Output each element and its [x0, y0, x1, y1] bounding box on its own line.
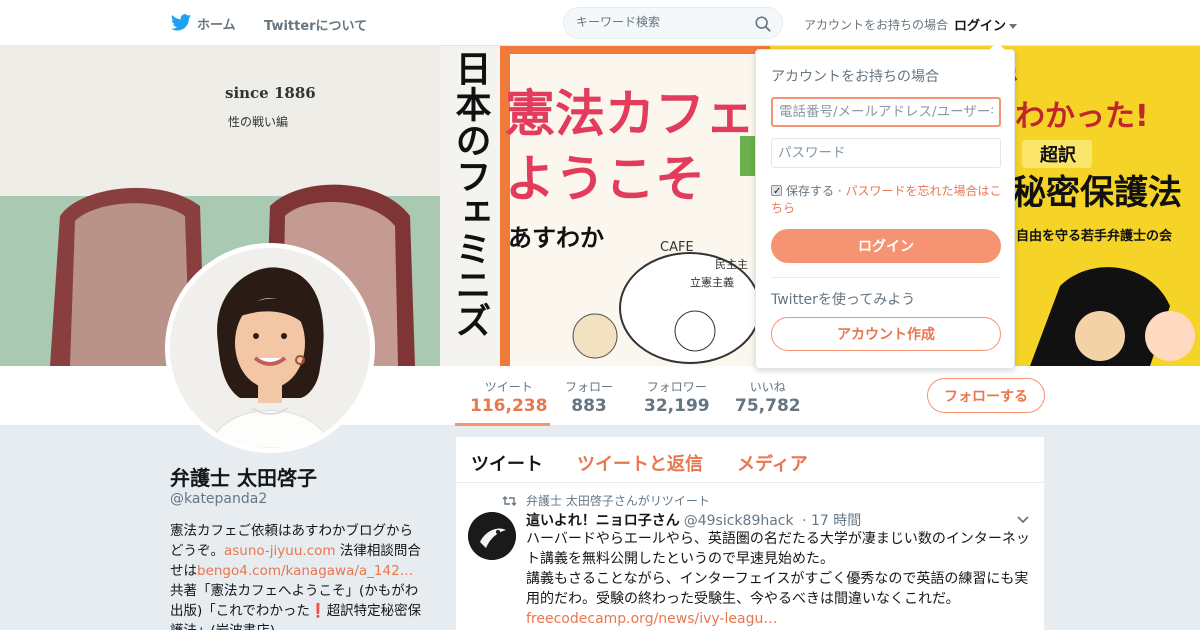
retweet-icon	[502, 495, 517, 506]
stat-following-value: 883	[571, 396, 607, 416]
tweet-author-avatar[interactable]	[468, 512, 516, 560]
active-tab-underline	[455, 423, 550, 426]
login-dropdown-title: アカウントをお持ちの場合	[771, 69, 939, 85]
tweet-text-line1: ハーバードやらエールやら、英語圏の名だたる大学が凄まじい数のインターネット講義を…	[526, 531, 1030, 567]
stat-likes-value: 75,782	[735, 396, 801, 416]
book3-author-text: あすわか	[508, 224, 604, 252]
tab-media[interactable]: メディア	[737, 450, 808, 476]
stat-following[interactable]: フォロー 883	[565, 378, 613, 416]
remember-me-row: 保存する · パスワードを忘れた場合はこちら	[771, 183, 1003, 217]
remember-me-checkbox[interactable]	[771, 183, 782, 200]
book4-top-text2: わかった!	[1015, 99, 1149, 134]
stat-followers-value: 32,199	[644, 396, 710, 416]
dropdown-divider	[771, 277, 1001, 278]
retweet-context: 弁護士 太田啓子さんがリツイート	[502, 492, 710, 509]
book3-cup-text1: 民主主	[715, 258, 748, 271]
search-icon[interactable]	[754, 15, 772, 33]
timeline-panel: ツイート ツイートと返信 メディア 弁護士 太田啓子さんがリツイート 這いよれ！…	[456, 437, 1044, 630]
tweet-link[interactable]: freecodecamp.org/news/ivy-leagu…	[526, 611, 777, 627]
retweet-context-text[interactable]: 弁護士 太田啓子さんがリツイート	[526, 492, 710, 509]
search-box	[563, 7, 783, 39]
profile-avatar[interactable]	[165, 243, 375, 453]
about-twitter-link[interactable]: Twitterについて	[264, 15, 367, 34]
tab-tweets[interactable]: ツイート	[471, 450, 543, 476]
login-dropdown-toggle[interactable]: ログイン	[954, 15, 1018, 34]
separator-dot: ·	[834, 184, 846, 198]
tweet-author-name[interactable]: 這いよれ！ニョロ子さん	[526, 513, 680, 529]
profile-name[interactable]: 弁護士 太田啓子	[170, 462, 317, 491]
dropdown-arrow	[989, 42, 1005, 50]
tweet-header: 這いよれ！ニョロ子さん @49sick89hack · 17 時間	[526, 510, 861, 530]
username-field[interactable]	[771, 97, 1001, 127]
book2-spine-text: 日本のフェミニズ	[450, 50, 492, 338]
timeline-tabs: ツイート ツイートと返信 メディア	[456, 437, 1044, 483]
book3-cup-text2: 立憲主義	[690, 275, 734, 289]
stat-followers[interactable]: フォロワー 32,199	[644, 378, 710, 416]
twitter-bird-icon	[170, 14, 192, 31]
stat-tweets[interactable]: ツイート 116,238	[470, 378, 547, 416]
home-nav-label: ホーム	[197, 17, 236, 33]
remember-me-label[interactable]: 保存する	[786, 184, 834, 198]
book3-cafe-text: CAFE	[660, 240, 694, 255]
login-dropdown: アカウントをお持ちの場合 保存する · パスワードを忘れた場合はこちら ログイン…	[755, 42, 1015, 369]
book4-title-text: 秘密保護法	[1012, 173, 1182, 213]
signup-button[interactable]: アカウント作成	[771, 317, 1001, 351]
book1-since-text: since 1886	[225, 84, 316, 102]
tweet-avatar-image	[468, 512, 516, 560]
login-button[interactable]: ログイン	[771, 229, 1001, 263]
login-toggle-label: ログイン	[954, 19, 1007, 34]
exclamation-icon: ❗	[309, 603, 327, 619]
follow-button[interactable]: フォローする	[927, 378, 1045, 413]
tweet-text-line2: 講義もさることながら、インターフェイスがすごく優秀なので英語の練習にも実用的だわ…	[526, 571, 1029, 607]
chevron-down-icon[interactable]	[1016, 515, 1030, 525]
profile-handle[interactable]: @katepanda2	[170, 491, 267, 507]
search-input[interactable]	[576, 15, 746, 29]
book3-title-line2: ようこそ	[505, 150, 705, 208]
stat-following-label: フォロー	[565, 380, 614, 394]
stat-likes[interactable]: いいね 75,782	[735, 378, 801, 416]
tweet-author-handle[interactable]: @49sick89hack	[684, 513, 794, 529]
book4-subtitle-text: 自由を守る若手弁護士の会	[1016, 228, 1173, 244]
top-navigation-bar: ホーム Twitterについて アカウントをお持ちの場合 ログイン	[0, 0, 1200, 46]
stat-tweets-label: ツイート	[484, 380, 533, 394]
tweet-timestamp[interactable]: · 17 時間	[802, 513, 861, 529]
home-nav-link[interactable]: ホーム	[170, 12, 236, 34]
have-account-text: アカウントをお持ちの場合	[804, 18, 949, 32]
tab-tweets-and-replies[interactable]: ツイートと返信	[577, 450, 703, 476]
caret-down-icon	[1009, 24, 1018, 29]
avatar-photo	[170, 248, 370, 448]
password-field[interactable]	[771, 138, 1001, 168]
tweet-text: ハーバードやらエールやら、英語圏の名だたる大学が凄まじい数のインターネット講義を…	[526, 529, 1036, 629]
stat-tweets-value: 116,238	[470, 396, 548, 416]
stat-followers-label: フォロワー	[646, 380, 707, 394]
try-twitter-text: Twitterを使ってみよう	[771, 292, 916, 308]
stat-likes-label: いいね	[749, 380, 786, 394]
book4-tag-text: 超訳	[1040, 144, 1077, 166]
bio-link-bengo4[interactable]: bengo4.com/kanagawa/a_142…	[197, 563, 413, 579]
book3-title-line1: 憲法カフェ	[505, 85, 755, 143]
bio-link-asuno[interactable]: asuno-jiyuu.com	[224, 543, 336, 559]
book1-subtitle-text: 性の戦い編	[228, 114, 288, 129]
profile-bio: 憲法カフェご依頼はあすわかブログからどうぞ。asuno-jiyuu.com 法律…	[170, 521, 425, 630]
